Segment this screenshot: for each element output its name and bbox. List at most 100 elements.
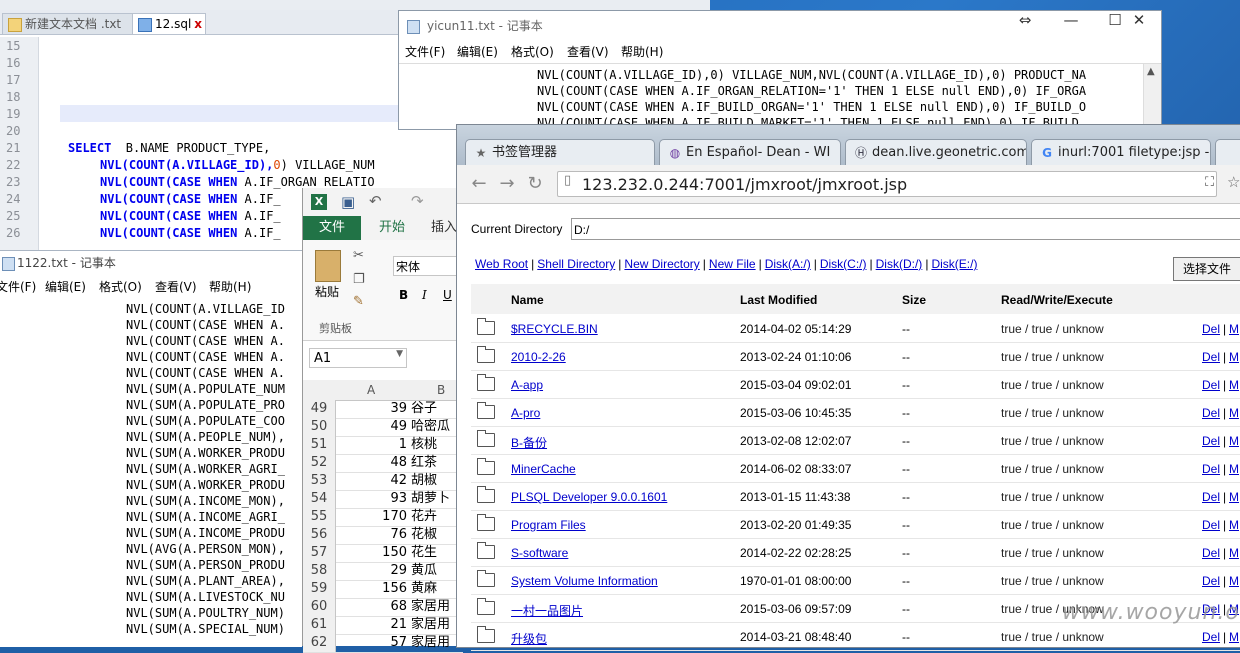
menu-format[interactable]: 格式(O) bbox=[511, 41, 554, 63]
file-name-link[interactable]: PLSQL Developer 9.0.0.1601 bbox=[511, 490, 667, 504]
delete-link[interactable]: Del bbox=[1202, 350, 1220, 364]
column-header-a[interactable]: A bbox=[367, 383, 375, 397]
tab-dean-live[interactable]: Ⓗ dean.live.geonetric.com bbox=[845, 139, 1027, 165]
cell-a[interactable]: 42 bbox=[337, 472, 407, 490]
new-tab-button[interactable] bbox=[1215, 139, 1240, 165]
cell-a[interactable]: 150 bbox=[337, 544, 407, 562]
row-number[interactable]: 61 bbox=[303, 616, 336, 634]
menu-help[interactable]: 帮助(H) bbox=[621, 41, 663, 63]
translate-icon[interactable]: ⛶ bbox=[1205, 175, 1214, 190]
undo-icon[interactable]: ↶ bbox=[369, 192, 382, 210]
code-line[interactable]: NVL(COUNT(A.VILLAGE_ID),0) VILLAGE_NUM bbox=[100, 158, 375, 172]
redo-icon[interactable]: ↷ bbox=[411, 192, 424, 210]
row-number[interactable]: 53 bbox=[303, 472, 336, 490]
row-number[interactable]: 62 bbox=[303, 634, 336, 652]
cell-a[interactable]: 68 bbox=[337, 598, 407, 616]
bookmark-star-icon[interactable]: ☆ bbox=[1227, 173, 1240, 191]
more-action-link[interactable]: M bbox=[1229, 546, 1239, 560]
row-number[interactable]: 49 bbox=[303, 400, 336, 418]
menu-edit[interactable]: 编辑(E) bbox=[45, 277, 86, 297]
more-action-link[interactable]: M bbox=[1229, 378, 1239, 392]
choose-file-button[interactable]: 选择文件 bbox=[1173, 257, 1240, 281]
delete-link[interactable]: Del bbox=[1202, 462, 1220, 476]
paste-icon[interactable] bbox=[315, 250, 341, 282]
paste-label[interactable]: 粘贴 bbox=[315, 283, 339, 300]
more-action-link[interactable]: M bbox=[1229, 406, 1239, 420]
more-action-link[interactable]: M bbox=[1229, 350, 1239, 364]
current-directory-input[interactable]: D:/ bbox=[571, 218, 1240, 240]
scroll-up-icon[interactable]: ▲ bbox=[1147, 66, 1155, 77]
save-icon[interactable]: ▣ bbox=[341, 193, 355, 211]
tab-bookmarks[interactable]: ★ 书签管理器 bbox=[465, 139, 655, 165]
cell-a[interactable]: 49 bbox=[337, 418, 407, 436]
italic-button[interactable]: I bbox=[422, 288, 427, 302]
text-area[interactable]: NVL(COUNT(A.VILLAGE_ID),0) VILLAGE_NUM,N… bbox=[537, 67, 1141, 131]
tab-en-espanol[interactable]: ◍ En Español- Dean - WI bbox=[659, 139, 841, 165]
code-line[interactable]: NVL(COUNT(CASE WHEN A.IF_ORGAN_RELATIO bbox=[100, 175, 375, 189]
cut-icon[interactable]: ✂ bbox=[353, 248, 364, 263]
text-area[interactable]: NVL(COUNT(A.VILLAGE_ID NVL(COUNT(CASE WHE… bbox=[126, 301, 285, 637]
more-action-link[interactable]: M bbox=[1229, 434, 1239, 448]
font-name-select[interactable]: 宋体 bbox=[393, 256, 463, 276]
file-name-link[interactable]: Program Files bbox=[511, 518, 586, 532]
delete-link[interactable]: Del bbox=[1202, 490, 1220, 504]
file-name-link[interactable]: $RECYCLE.BIN bbox=[511, 322, 598, 336]
menu-view[interactable]: 查看(V) bbox=[567, 41, 609, 63]
row-number[interactable]: 52 bbox=[303, 454, 336, 472]
menu-file[interactable]: 文件(F) bbox=[0, 277, 36, 297]
code-line[interactable]: NVL(COUNT(CASE WHEN A.IF_ bbox=[100, 209, 281, 223]
menu-file[interactable]: 文件(F) bbox=[405, 41, 445, 63]
delete-link[interactable]: Del bbox=[1202, 378, 1220, 392]
cell-a[interactable]: 21 bbox=[337, 616, 407, 634]
nav-link[interactable]: New Directory bbox=[624, 257, 699, 271]
more-action-link[interactable]: M bbox=[1229, 574, 1239, 588]
bold-button[interactable]: B bbox=[399, 288, 408, 302]
code-line[interactable]: NVL(COUNT(CASE WHEN A.IF_ bbox=[100, 192, 281, 206]
copy-icon[interactable]: ❐ bbox=[353, 272, 365, 287]
code-line[interactable]: NVL(COUNT(CASE WHEN A.IF_ bbox=[100, 226, 281, 240]
delete-link[interactable]: Del bbox=[1202, 574, 1220, 588]
nav-link[interactable]: Shell Directory bbox=[537, 257, 615, 271]
close-button[interactable]: ✕ bbox=[1117, 11, 1161, 41]
menu-format[interactable]: 格式(O) bbox=[99, 277, 142, 297]
row-number[interactable]: 58 bbox=[303, 562, 336, 580]
tab-insert[interactable]: 插入 bbox=[431, 216, 457, 240]
cell-a[interactable]: 93 bbox=[337, 490, 407, 508]
nav-link[interactable]: Web Root bbox=[475, 257, 528, 271]
tab-sql-file[interactable]: 12.sql x bbox=[132, 13, 206, 34]
delete-link[interactable]: Del bbox=[1202, 630, 1220, 644]
tab-google-search[interactable]: G inurl:7001 filetype:jsp - bbox=[1031, 139, 1211, 165]
more-action-link[interactable]: M bbox=[1229, 462, 1239, 476]
menu-help[interactable]: 帮助(H) bbox=[209, 277, 251, 297]
chevron-down-icon[interactable]: ▼ bbox=[396, 349, 403, 359]
minimize-button[interactable]: — bbox=[1049, 11, 1093, 41]
reload-icon[interactable]: ↻ bbox=[523, 172, 547, 196]
nav-link[interactable]: Disk(D:/) bbox=[876, 257, 923, 271]
nav-link[interactable]: Disk(A:/) bbox=[765, 257, 811, 271]
row-number[interactable]: 50 bbox=[303, 418, 336, 436]
window-title-bar[interactable]: 1122.txt - 记事本 bbox=[0, 251, 302, 275]
more-action-link[interactable]: M bbox=[1229, 490, 1239, 504]
row-number[interactable]: 60 bbox=[303, 598, 336, 616]
file-name-link[interactable]: 升级包 bbox=[511, 630, 547, 647]
cell-a[interactable]: 1 bbox=[337, 436, 407, 454]
row-number[interactable]: 54 bbox=[303, 490, 336, 508]
row-number[interactable]: 59 bbox=[303, 580, 336, 598]
more-action-link[interactable]: M bbox=[1229, 322, 1239, 336]
file-name-link[interactable]: A-pro bbox=[511, 406, 540, 420]
delete-link[interactable]: Del bbox=[1202, 546, 1220, 560]
delete-link[interactable]: Del bbox=[1202, 518, 1220, 532]
delete-link[interactable]: Del bbox=[1202, 406, 1220, 420]
row-number[interactable]: 51 bbox=[303, 436, 336, 454]
file-tab[interactable]: 文件 bbox=[303, 216, 361, 240]
close-icon[interactable]: x bbox=[194, 17, 202, 31]
file-name-link[interactable]: S-software bbox=[511, 546, 568, 560]
menu-view[interactable]: 查看(V) bbox=[155, 277, 197, 297]
delete-link[interactable]: Del bbox=[1202, 322, 1220, 336]
tab-txt-file[interactable]: 新建文本文档 .txt bbox=[2, 13, 142, 34]
tab-home[interactable]: 开始 bbox=[379, 216, 406, 242]
file-name-link[interactable]: B-备份 bbox=[511, 434, 547, 451]
more-action-link[interactable]: M bbox=[1229, 518, 1239, 532]
nav-link[interactable]: Disk(C:/) bbox=[820, 257, 867, 271]
file-name-link[interactable]: MinerCache bbox=[511, 462, 576, 476]
